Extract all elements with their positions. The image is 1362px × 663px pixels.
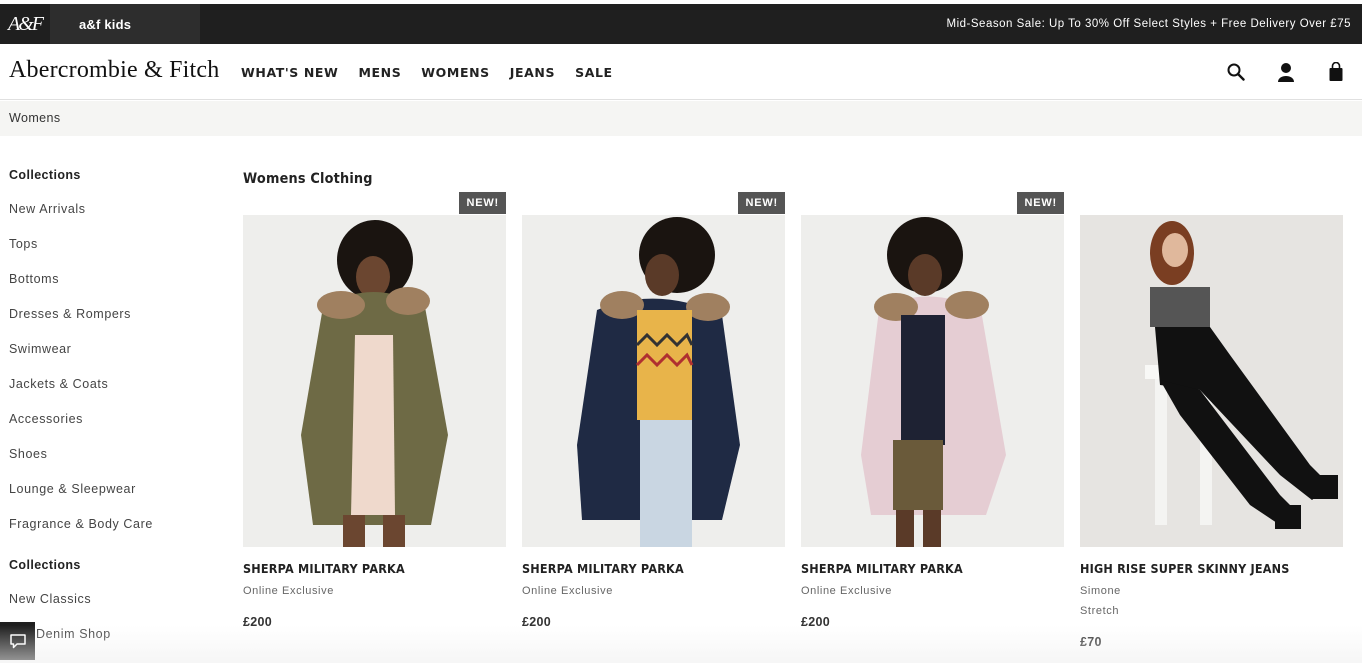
sidebar-item-new-arrivals[interactable]: New Arrivals bbox=[9, 202, 209, 237]
af-kids-link[interactable]: a&f kids bbox=[50, 4, 200, 44]
product-fabric: Stretch bbox=[1080, 605, 1120, 617]
product-image[interactable] bbox=[801, 215, 1064, 547]
sidebar-item-shoes[interactable]: Shoes bbox=[9, 447, 209, 482]
breadcrumb: Womens bbox=[0, 101, 1362, 136]
chat-button[interactable] bbox=[0, 622, 35, 660]
search-icon[interactable] bbox=[1224, 60, 1248, 84]
product-fit-name: Simone bbox=[1080, 585, 1121, 597]
product-name[interactable]: SHERPA MILITARY PARKA bbox=[801, 561, 963, 576]
nav-womens[interactable]: WOMENS bbox=[421, 65, 489, 80]
promo-banner[interactable]: Mid-Season Sale: Up To 30% Off Select St… bbox=[947, 4, 1351, 44]
product-price: £200 bbox=[243, 615, 273, 629]
header-icons bbox=[1224, 60, 1348, 84]
product-name[interactable]: SHERPA MILITARY PARKA bbox=[522, 561, 684, 576]
sidebar-item-tops[interactable]: Tops bbox=[9, 237, 209, 272]
sidebar-item-new-classics[interactable]: New Classics bbox=[9, 592, 209, 627]
new-badge: NEW! bbox=[1017, 192, 1064, 214]
sidebar-item-accessories[interactable]: Accessories bbox=[9, 412, 209, 447]
top-bar: A&F a&f kids Mid-Season Sale: Up To 30% … bbox=[0, 4, 1362, 44]
sidebar-heading-collections-2: Collections bbox=[9, 558, 81, 572]
sidebar-item-jackets-coats[interactable]: Jackets & Coats bbox=[9, 377, 209, 412]
af-kids-label: a&f kids bbox=[79, 16, 132, 32]
product-price: £200 bbox=[801, 615, 831, 629]
page-title: Womens Clothing bbox=[243, 171, 373, 187]
bag-icon[interactable] bbox=[1324, 60, 1348, 84]
nav-mens[interactable]: MENS bbox=[358, 65, 401, 80]
product-name[interactable]: HIGH RISE SUPER SKINNY JEANS bbox=[1080, 561, 1290, 576]
product-tag: Online Exclusive bbox=[243, 585, 334, 597]
af-monogram-logo[interactable]: A&F bbox=[0, 4, 50, 44]
account-icon[interactable] bbox=[1274, 60, 1298, 84]
product-card[interactable]: HIGH RISE SUPER SKINNY JEANS Simone Stre… bbox=[1080, 192, 1343, 652]
nav-sale[interactable]: SALE bbox=[575, 65, 613, 80]
nav-whats-new[interactable]: WHAT'S NEW bbox=[241, 65, 338, 80]
product-card[interactable]: NEW! SHERPA MILITARY PARKA Online Exclus… bbox=[243, 192, 506, 629]
product-tag: Online Exclusive bbox=[801, 585, 892, 597]
product-image[interactable] bbox=[243, 215, 506, 547]
product-image[interactable] bbox=[1080, 215, 1343, 547]
new-badge: NEW! bbox=[738, 192, 785, 214]
sidebar-item-fragrance-body-care[interactable]: Fragrance & Body Care bbox=[9, 517, 209, 552]
product-price: £200 bbox=[522, 615, 552, 629]
sidebar-item-denim-shop[interactable]: Denim Shop bbox=[9, 627, 209, 662]
product-card[interactable]: NEW! SHERPA MILITARY PARKA Online Exclus… bbox=[522, 192, 785, 629]
sidebar-item-bottoms[interactable]: Bottoms bbox=[9, 272, 209, 307]
main-header: Abercrombie & Fitch WHAT'S NEW MENS WOME… bbox=[0, 44, 1362, 100]
new-badge: NEW! bbox=[459, 192, 506, 214]
nav-jeans[interactable]: JEANS bbox=[510, 65, 555, 80]
sidebar-item-swimwear[interactable]: Swimwear bbox=[9, 342, 209, 377]
sidebar-heading-collections: Collections bbox=[9, 168, 81, 182]
category-sidebar: Collections New Arrivals Tops Bottoms Dr… bbox=[9, 168, 209, 662]
sidebar-item-dresses-rompers[interactable]: Dresses & Rompers bbox=[9, 307, 209, 342]
product-image[interactable] bbox=[522, 215, 785, 547]
product-price: £70 bbox=[1080, 635, 1102, 649]
product-tag: Online Exclusive bbox=[522, 585, 613, 597]
main-nav: WHAT'S NEW MENS WOMENS JEANS SALE bbox=[241, 44, 613, 100]
monogram-text: A&F bbox=[8, 12, 44, 35]
brand-logo[interactable]: Abercrombie & Fitch bbox=[9, 57, 219, 84]
chat-icon bbox=[9, 633, 26, 648]
sidebar-item-lounge-sleepwear[interactable]: Lounge & Sleepwear bbox=[9, 482, 209, 517]
product-card[interactable]: NEW! SHERPA MILITARY PARKA Online Exclus… bbox=[801, 192, 1064, 629]
product-name[interactable]: SHERPA MILITARY PARKA bbox=[243, 561, 405, 576]
breadcrumb-womens[interactable]: Womens bbox=[9, 111, 61, 125]
